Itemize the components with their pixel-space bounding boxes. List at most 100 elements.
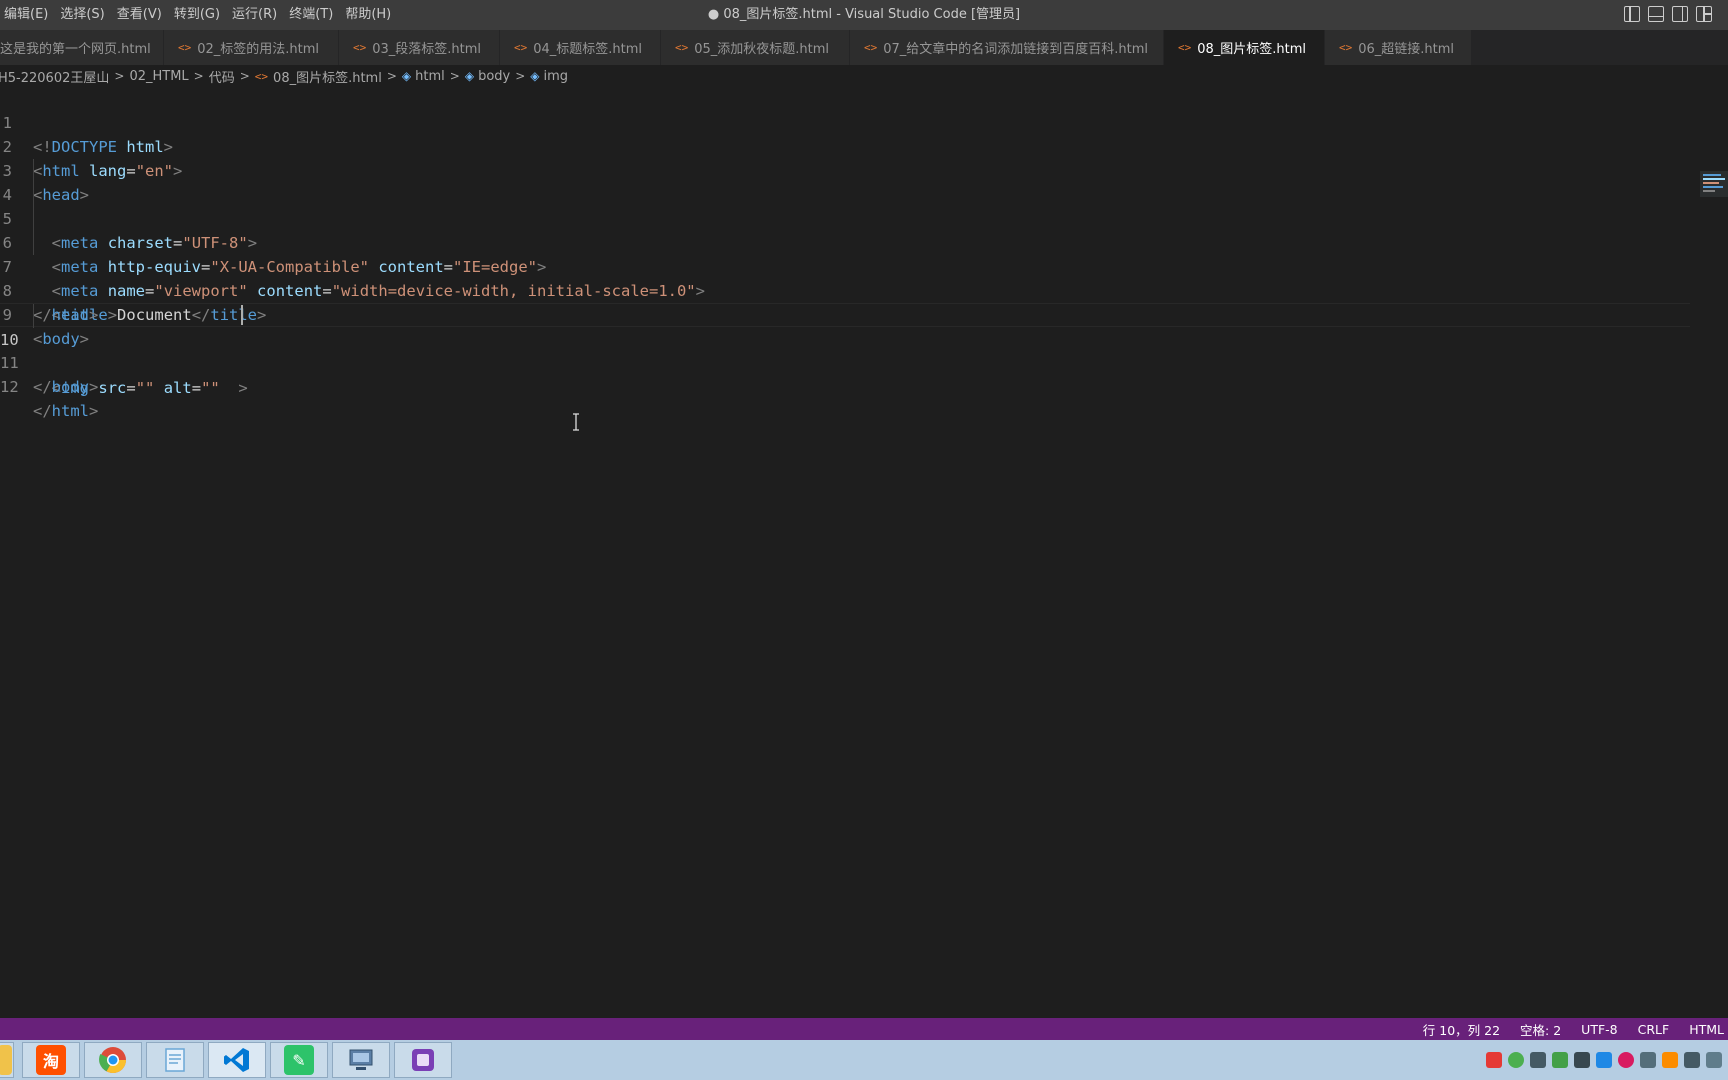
code-line[interactable]: 12 </html> bbox=[0, 351, 1690, 420]
code-editor[interactable]: 1 <!DOCTYPE html> 2 <html lang="en"> 3 <… bbox=[0, 87, 1728, 1018]
menu-selection[interactable]: 选择(S) bbox=[56, 0, 112, 30]
security-icon[interactable] bbox=[1662, 1052, 1678, 1068]
tab-label: 07_给文章中的名词添加链接到百度百科.html bbox=[883, 42, 1149, 57]
html-file-icon: <> bbox=[178, 41, 192, 54]
toggle-secondary-sidebar-icon[interactable] bbox=[1672, 6, 1688, 22]
settings-icon[interactable] bbox=[1618, 1052, 1634, 1068]
html-file-icon: <> bbox=[864, 41, 878, 54]
file-explorer-icon bbox=[0, 1045, 12, 1075]
line-number: 12 bbox=[0, 378, 19, 396]
code-line[interactable]: 11 </body> bbox=[0, 327, 1690, 396]
menu-go[interactable]: 转到(G) bbox=[170, 0, 228, 30]
taskbar-file-explorer[interactable] bbox=[0, 1042, 14, 1078]
chevron-right-icon: > bbox=[386, 69, 397, 83]
code-line[interactable]: 7 <title>Document</title> bbox=[0, 231, 1690, 324]
sogou-icon[interactable] bbox=[1486, 1052, 1502, 1068]
code-line[interactable]: 8 </head> bbox=[0, 255, 1690, 324]
html-file-icon: <> bbox=[675, 41, 689, 54]
taskbar-chrome[interactable] bbox=[84, 1042, 142, 1078]
breadcrumb-folder-html[interactable]: 02_HTML bbox=[129, 69, 188, 84]
tab-label: 这是我的第一个网页.html bbox=[0, 42, 151, 57]
wechat-like-icon: ✎ bbox=[284, 1045, 314, 1075]
tab-autumn-title[interactable]: <> 05_添加秋夜标题.html bbox=[661, 30, 850, 65]
breadcrumb-symbol-label: html bbox=[415, 68, 445, 84]
code-line[interactable]: 3 <head> bbox=[0, 135, 1690, 204]
line-code: </body> bbox=[33, 378, 99, 396]
code-line-current[interactable]: 10 <img src="" alt="" > bbox=[0, 303, 1690, 397]
breadcrumb-symbol-img[interactable]: ◈ img bbox=[530, 69, 568, 84]
volume-icon[interactable] bbox=[1684, 1052, 1700, 1068]
tab-label: 04_标题标签.html bbox=[533, 42, 643, 57]
breadcrumb-folder-code[interactable]: 代码 bbox=[209, 67, 235, 86]
taskbar-notepad[interactable] bbox=[146, 1042, 204, 1078]
tab-baike-links[interactable]: <> 07_给文章中的名词添加链接到百度百科.html bbox=[850, 30, 1164, 65]
indent-guide bbox=[33, 231, 34, 255]
indent-guide bbox=[33, 183, 34, 207]
tab-label: 05_添加秋夜标题.html bbox=[694, 42, 830, 57]
language-mode[interactable]: HTML bbox=[1679, 1022, 1728, 1037]
customize-layout-icon[interactable] bbox=[1696, 6, 1712, 22]
toggle-primary-sidebar-icon[interactable] bbox=[1624, 6, 1640, 22]
cursor-position[interactable]: 行 10，列 22 bbox=[1413, 1020, 1510, 1039]
display-icon[interactable] bbox=[1640, 1052, 1656, 1068]
chevron-right-icon: > bbox=[515, 69, 526, 83]
tab-paragraph-tag[interactable]: <> 03_段落标签.html bbox=[339, 30, 500, 65]
breadcrumb-file-label: 08_图片标签.html bbox=[273, 70, 382, 86]
chevron-right-icon: > bbox=[239, 69, 250, 83]
breadcrumb-file[interactable]: <> 08_图片标签.html bbox=[255, 67, 382, 86]
menu-view[interactable]: 查看(V) bbox=[113, 0, 170, 30]
menu-help[interactable]: 帮助(H) bbox=[341, 0, 399, 30]
menu-terminal[interactable]: 终端(T) bbox=[285, 0, 341, 30]
toggle-panel-icon[interactable] bbox=[1648, 6, 1664, 22]
tab-image-tag[interactable]: <> 08_图片标签.html bbox=[1164, 30, 1325, 65]
breadcrumb-symbol-html[interactable]: ◈ html bbox=[402, 69, 445, 84]
indentation[interactable]: 空格: 2 bbox=[1510, 1020, 1571, 1039]
taskbar-computer[interactable] bbox=[332, 1042, 390, 1078]
minimap[interactable] bbox=[1700, 171, 1728, 197]
chevron-right-icon: > bbox=[449, 69, 460, 83]
code-line[interactable]: 2 <html lang="en"> bbox=[0, 111, 1690, 180]
tab-heading-tag[interactable]: <> 04_标题标签.html bbox=[500, 30, 661, 65]
title-bar: ● 08_图片标签.html - Visual Studio Code [管理员… bbox=[0, 0, 1728, 30]
clipboard-icon[interactable] bbox=[1706, 1052, 1722, 1068]
line-endings[interactable]: CRLF bbox=[1628, 1022, 1680, 1037]
menu-edit[interactable]: 编辑(E) bbox=[0, 0, 56, 30]
code-line[interactable]: 5 <meta http-equiv="X-UA-Compatible" con… bbox=[0, 183, 1690, 276]
taskbar-chat-app[interactable]: ✎ bbox=[270, 1042, 328, 1078]
code-line[interactable]: 9 <body> bbox=[0, 279, 1690, 348]
tab-first-page[interactable]: 这是我的第一个网页.html bbox=[0, 30, 164, 65]
tab-tag-usage[interactable]: <> 02_标签的用法.html bbox=[164, 30, 339, 65]
symbol-field-icon: ◈ bbox=[530, 69, 540, 83]
system-tray bbox=[1486, 1044, 1728, 1076]
status-bar: 行 10，列 22 空格: 2 UTF-8 CRLF HTML bbox=[0, 1018, 1728, 1040]
file-encoding[interactable]: UTF-8 bbox=[1571, 1022, 1627, 1037]
menu-run[interactable]: 运行(R) bbox=[228, 0, 285, 30]
taskbar-taobao[interactable]: 淘 bbox=[22, 1042, 80, 1078]
printer-icon[interactable] bbox=[1574, 1052, 1590, 1068]
usb-icon[interactable] bbox=[1530, 1052, 1546, 1068]
code-line[interactable]: 6 <meta name="viewport" content="width=d… bbox=[0, 207, 1690, 300]
breadcrumb-root[interactable]: H5-220602王屋山 bbox=[0, 67, 109, 86]
indent-guide bbox=[33, 159, 34, 183]
html-file-icon: <> bbox=[1339, 41, 1353, 54]
pen-icon[interactable] bbox=[1596, 1052, 1612, 1068]
chevron-right-icon: > bbox=[114, 69, 125, 83]
mouse-ibeam-cursor-icon bbox=[573, 413, 579, 431]
breadcrumb-symbol-body[interactable]: ◈ body bbox=[465, 69, 510, 84]
breadcrumb: H5-220602王屋山 > 02_HTML > 代码 > <> 08_图片标签… bbox=[0, 65, 1728, 87]
code-line[interactable]: 1 <!DOCTYPE html> bbox=[0, 87, 1690, 156]
breadcrumb-symbol-label: img bbox=[543, 68, 569, 84]
layout-controls bbox=[1624, 6, 1712, 22]
html-file-icon: <> bbox=[254, 69, 269, 83]
html-file-icon: <> bbox=[353, 41, 367, 54]
tab-hyperlink[interactable]: <> 06_超链接.html bbox=[1325, 30, 1472, 65]
media-icon bbox=[412, 1049, 434, 1071]
vscode-icon bbox=[224, 1048, 249, 1072]
network-icon[interactable] bbox=[1552, 1052, 1568, 1068]
chrome-tray-icon[interactable] bbox=[1508, 1052, 1524, 1068]
code-line[interactable]: 4 <meta charset="UTF-8"> bbox=[0, 159, 1690, 252]
tab-label: 02_标签的用法.html bbox=[197, 42, 320, 57]
chrome-icon bbox=[99, 1047, 127, 1074]
taskbar-media-app[interactable] bbox=[394, 1042, 452, 1078]
taskbar-vscode[interactable] bbox=[208, 1042, 266, 1078]
